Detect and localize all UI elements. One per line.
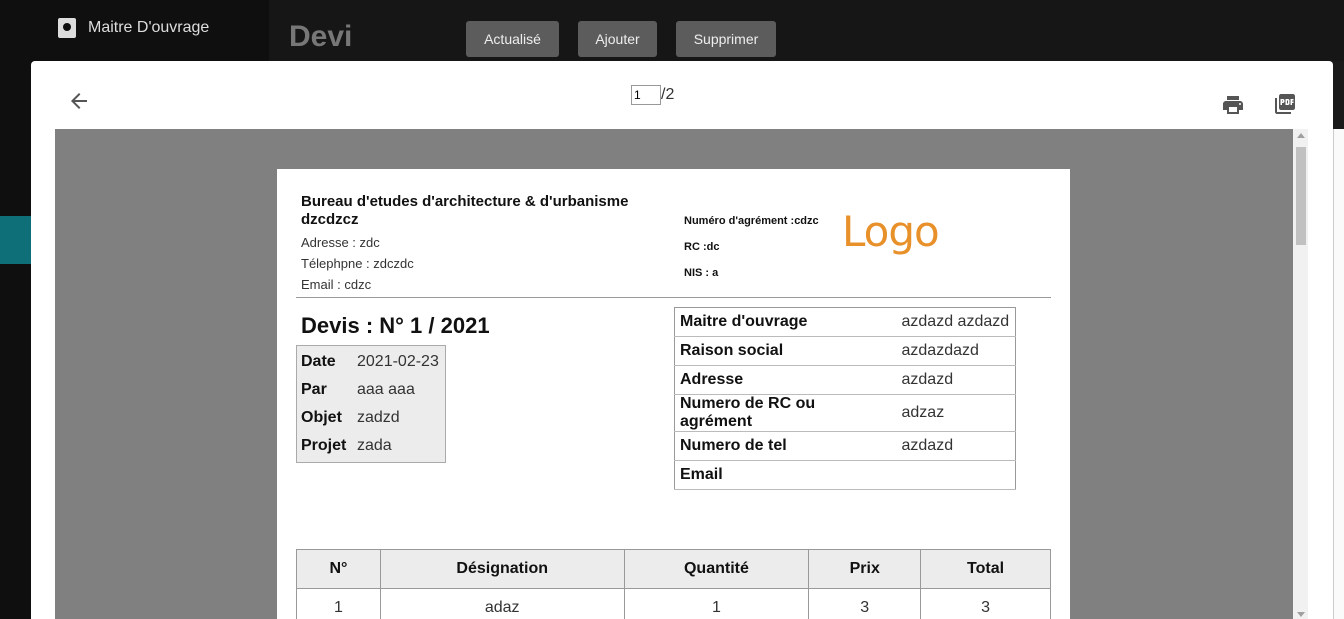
rc-number: RC :dc [684,241,720,253]
client-key: Numero de tel [674,431,897,461]
table-row: Maitre d'ouvrage azdazd azdazd [674,307,1016,337]
meta-row: Objet zadzd [301,404,441,432]
viewer-scrollbar[interactable] [1293,129,1308,619]
org-phone: Télephpne : zdczdc [301,256,414,271]
pdf-page: Bureau d'etudes d'architecture & d'urban… [277,169,1070,619]
nis-number: NIS : a [684,267,719,279]
pdf-viewer: Bureau d'etudes d'architecture & d'urban… [55,129,1308,619]
col-price: Prix [808,549,922,589]
devis-meta: Date 2021-02-23 Par aaa aaa Objet zadzd Pro… [296,345,446,463]
meta-value: aaa aaa [357,381,415,398]
scroll-up-icon[interactable] [1297,133,1305,138]
app-header [269,0,1344,61]
client-value [896,460,1016,490]
header-divider [296,297,1051,298]
print-icon[interactable] [1221,93,1245,117]
client-value: azdazd [896,431,1016,461]
client-key: Adresse [674,365,897,395]
meta-key: Date [301,353,336,370]
table-row: Raison social azdazdazd [674,336,1016,366]
meta-row: Date 2021-02-23 [301,348,441,376]
client-key: Maitre d'ouvrage [674,307,897,337]
page-total: /2 [661,86,675,103]
col-designation: Désignation [379,549,625,589]
cell-number: 1 [296,588,381,619]
org-name: Bureau d'etudes d'architecture & d'urban… [301,193,629,228]
sidebar-active-indicator [0,216,34,264]
pdf-icon[interactable] [1273,92,1297,116]
meta-row: Projet zada [301,432,441,460]
table-row: Adresse azdazd [674,365,1016,395]
client-value: azdazd [896,365,1016,395]
background-panel-edge [1333,129,1344,619]
meta-key: Objet [301,409,342,426]
page-number-input[interactable] [631,85,661,105]
scroll-down-icon[interactable] [1297,612,1305,617]
col-number: N° [296,549,381,589]
meta-value: zadzd [357,409,400,426]
meta-key: Projet [301,437,347,454]
col-total: Total [920,549,1051,589]
pdf-preview-modal: /2 Bureau d'etudes d'architecture & d'ur… [31,61,1333,619]
user-label: Maitre D'ouvrage [88,19,210,36]
client-value: adzaz [896,394,1016,432]
page-navigator: /2 [631,85,674,105]
scroll-thumb[interactable] [1296,147,1306,245]
table-header-row: N° Désignation Quantité Prix Total [296,549,1051,589]
org-email: Email : cdzc [301,277,372,292]
meta-key: Par [301,381,327,398]
table-row: Numero de tel azdazd [674,431,1016,461]
cell-price: 3 [808,588,922,619]
col-quantity: Quantité [623,549,810,589]
agrement-number: Numéro d'agrément :cdzc [684,215,819,227]
refresh-button[interactable]: Actualisé [466,21,559,57]
company-logo: Logo [842,207,940,256]
table-row: Email [674,460,1016,490]
cell-quantity: 1 [623,588,810,619]
meta-value: 2021-02-23 [357,353,439,370]
modal-toolbar: /2 [31,61,1333,129]
items-table: N° Désignation Quantité Prix Total 1 ada… [296,549,1051,619]
client-key: Numero de RC ou agrément [674,394,897,432]
page-title: Devi [289,20,353,53]
devis-title: Devis : N° 1 / 2021 [301,313,490,338]
user-badge-icon [58,18,76,38]
meta-value: zada [357,437,392,454]
client-value: azdazdazd [896,336,1016,366]
client-value: azdazd azdazd [896,307,1016,337]
org-address: Adresse : zdc [301,235,380,250]
add-button[interactable]: Ajouter [578,21,657,57]
client-info-table: Maitre d'ouvrage azdazd azdazd Raison soc… [674,307,1016,490]
back-arrow-icon[interactable] [67,89,91,113]
client-key: Raison social [674,336,897,366]
cell-total: 3 [920,588,1051,619]
delete-button[interactable]: Supprimer [676,21,776,57]
cell-designation: adaz [379,588,625,619]
table-row: 1 adaz 1 3 3 [296,588,1051,619]
meta-row: Par aaa aaa [301,376,441,404]
table-row: Numero de RC ou agrément adzaz [674,394,1016,432]
client-key: Email [674,460,897,490]
user-menu[interactable]: Maitre D'ouvrage [58,18,209,38]
